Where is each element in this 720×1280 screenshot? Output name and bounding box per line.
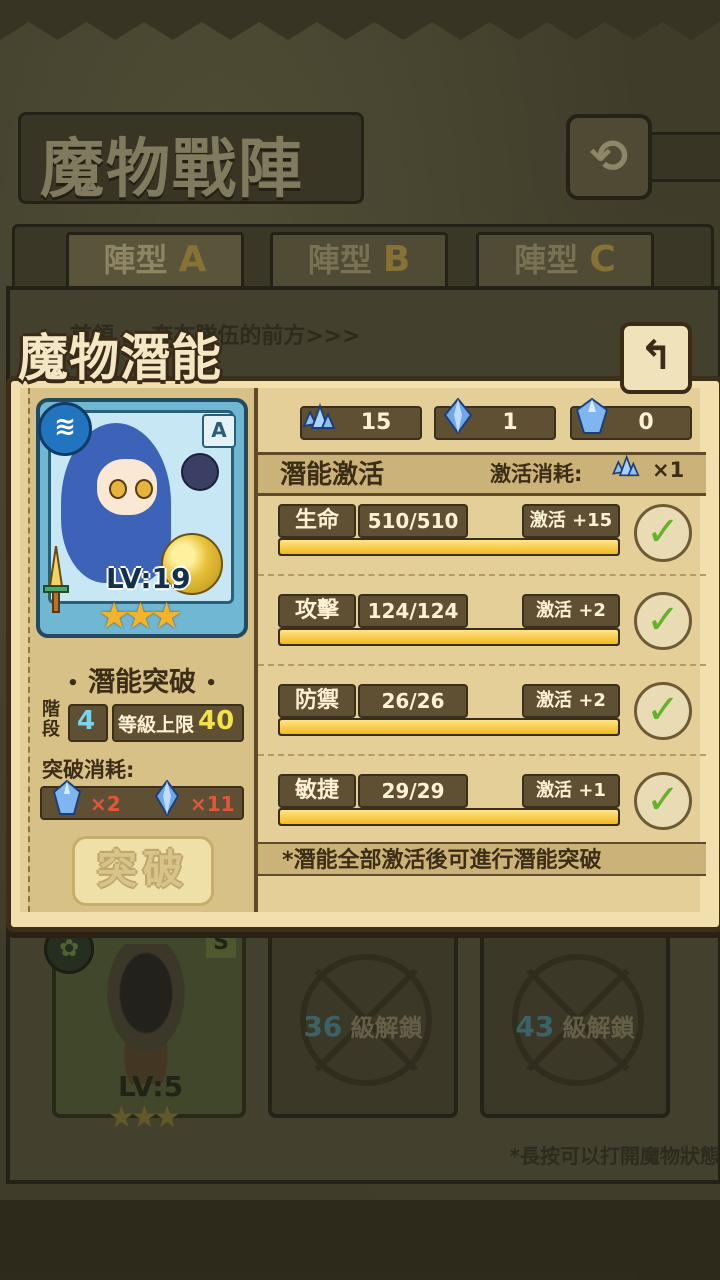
cost-count: ×2 <box>90 792 121 816</box>
stat-name: 敏捷 <box>278 774 356 808</box>
stage-label: 階段 <box>42 699 60 740</box>
stat-value: 124/124 <box>358 594 468 628</box>
stat-activation-bonus: 激活 +2 <box>522 594 620 628</box>
resource-value: 0 <box>638 410 654 435</box>
resource-value: 1 <box>502 410 518 435</box>
portrait-paw <box>181 453 219 491</box>
section-title-text: 潛能突破 <box>88 667 196 698</box>
monster-stars: ★★★ <box>98 596 183 637</box>
stat-value: 29/29 <box>358 774 468 808</box>
activate-check-button[interactable]: ✓ <box>634 772 692 830</box>
portrait-eye <box>135 479 153 499</box>
popup-back-button[interactable]: ↰ <box>620 322 692 394</box>
activation-cost-label: 激活消耗: <box>490 462 583 486</box>
stat-progress-bar <box>278 628 620 646</box>
activate-check-button[interactable]: ✓ <box>634 504 692 562</box>
progress-fill <box>280 810 618 824</box>
progress-fill <box>280 540 618 554</box>
stat-progress-bar <box>278 808 620 826</box>
bullet-dot: • <box>205 673 217 694</box>
shard-crystal-icon <box>443 398 473 434</box>
stat-name: 防禦 <box>278 684 356 718</box>
breakthrough-section-title: • 潛能突破 • <box>44 660 240 699</box>
breakthrough-button[interactable]: 突破 <box>72 836 214 906</box>
stat-value: 510/510 <box>358 504 468 538</box>
stage-value: 4 <box>76 706 96 736</box>
crystal-cluster-icon <box>611 454 640 477</box>
progress-fill <box>280 720 618 734</box>
popup-title: 魔物潛能 <box>18 328 222 387</box>
checkmark-icon: ✓ <box>646 509 680 555</box>
stat-activation-bonus: 激活 +15 <box>522 504 620 538</box>
crystal-cluster-icon <box>302 403 336 429</box>
stat-name: 生命 <box>278 504 356 538</box>
stat-progress-bar <box>278 538 620 556</box>
activation-cost-count: ×1 <box>652 458 685 482</box>
checkmark-icon: ✓ <box>646 687 680 733</box>
activate-check-button[interactable]: ✓ <box>634 682 692 740</box>
monster-level: LV:19 <box>106 562 191 595</box>
weapon-sword-icon <box>43 546 69 613</box>
large-crystal-icon <box>52 780 82 815</box>
stat-name: 攻擊 <box>278 594 356 628</box>
progress-fill <box>280 630 618 644</box>
stat-activation-bonus: 激活 +2 <box>522 684 620 718</box>
row-divider <box>258 754 706 758</box>
checkmark-icon: ✓ <box>646 777 680 823</box>
monster-rank-badge: A <box>202 414 236 448</box>
stat-activation-bonus: 激活 +1 <box>522 774 620 808</box>
activation-title: 潛能激活 <box>280 460 385 490</box>
resource-value: 15 <box>360 410 392 435</box>
cost-count: ×11 <box>190 792 235 816</box>
shard-crystal-icon <box>154 780 180 816</box>
level-cap-label: 等級上限 <box>118 714 195 736</box>
activation-note: *潛能全部激活後可進行潛能突破 <box>282 848 602 873</box>
stat-progress-bar <box>278 718 620 736</box>
stat-value: 26/26 <box>358 684 468 718</box>
bullet-dot: • <box>67 673 79 694</box>
return-arrow-icon: ↰ <box>639 333 673 379</box>
large-crystal-icon <box>575 398 609 434</box>
portrait-eye <box>109 479 127 499</box>
water-element-icon: ≋ <box>38 402 92 456</box>
activate-check-button[interactable]: ✓ <box>634 592 692 650</box>
row-divider <box>258 664 706 668</box>
row-divider <box>258 574 706 578</box>
checkmark-icon: ✓ <box>646 597 680 643</box>
level-cap-value: 40 <box>198 706 235 736</box>
